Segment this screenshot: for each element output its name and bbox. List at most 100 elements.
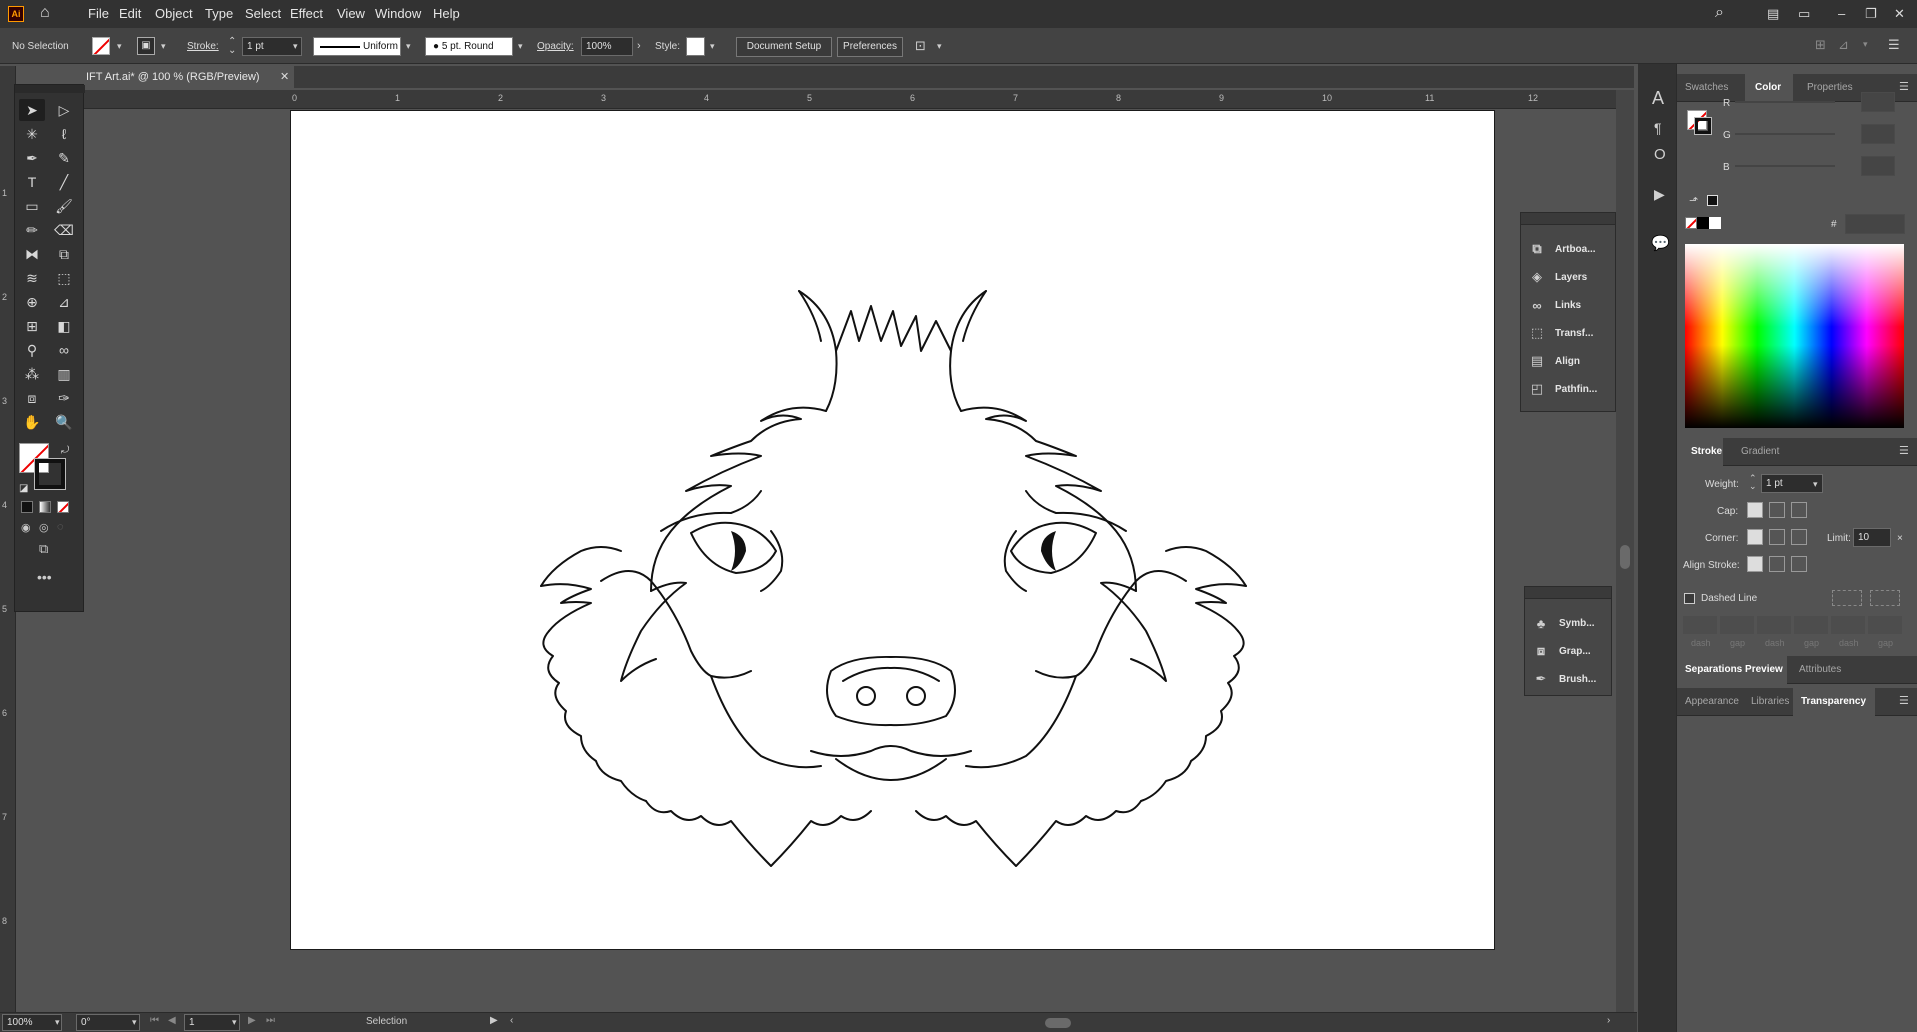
bevel-join-button[interactable]	[1791, 529, 1807, 545]
preserve-dash-icon[interactable]	[1832, 590, 1862, 606]
stroke-stepper-icon[interactable]: ⌃ ⌄	[228, 37, 236, 56]
hand-tool-icon[interactable]: ✋	[19, 411, 45, 433]
pen-tool-icon[interactable]: ✒	[19, 147, 45, 169]
hex-field[interactable]	[1845, 214, 1905, 234]
round-cap-button[interactable]	[1769, 502, 1785, 518]
gap-field-2[interactable]	[1794, 616, 1828, 634]
profile-dropdown-icon[interactable]: ▾	[406, 41, 411, 52]
status-menu-icon[interactable]: ▶	[490, 1015, 498, 1026]
channel-r-slider[interactable]	[1735, 101, 1835, 103]
document-setup-button[interactable]: Document Setup	[736, 37, 832, 57]
symbols-panel-button[interactable]: ♣ Symb...	[1533, 611, 1595, 635]
tab-gradient[interactable]: Gradient	[1741, 446, 1779, 457]
search-icon[interactable]: ⌕	[1715, 4, 1724, 22]
arrange-documents-icon[interactable]: ▤	[1767, 6, 1779, 22]
type-tool-icon[interactable]: T	[19, 171, 45, 193]
document-tab[interactable]: IFT Art.ai* @ 100 % (RGB/Preview) ✕	[84, 66, 294, 88]
butt-cap-button[interactable]	[1747, 502, 1763, 518]
weight-stepper-icon[interactable]: ⌃ ⌄	[1749, 474, 1757, 491]
none-swatch[interactable]	[1685, 217, 1697, 229]
zoom-dropdown-icon[interactable]: ▾	[55, 1017, 60, 1028]
web-safe-swatch[interactable]	[1707, 195, 1718, 206]
white-swatch[interactable]	[1709, 217, 1721, 229]
close-tab-icon[interactable]: ✕	[280, 66, 289, 88]
scroll-right-icon[interactable]: ›	[1607, 1015, 1610, 1026]
eraser-tool-icon[interactable]: ⌫	[51, 219, 77, 241]
rectangle-tool-icon[interactable]: ▭	[19, 195, 45, 217]
perspective-grid-tool-icon[interactable]: ⊿	[51, 291, 77, 313]
dash-field-2[interactable]	[1757, 616, 1791, 634]
stroke-weight-dropdown-icon[interactable]: ▾	[293, 41, 298, 52]
channel-g-field[interactable]	[1861, 124, 1895, 144]
blend-tool-icon[interactable]: ∞	[51, 339, 77, 361]
first-artboard-icon[interactable]: ⏮	[150, 1015, 159, 1026]
direct-selection-tool-icon[interactable]: ▷	[51, 99, 77, 121]
brush-dropdown-icon[interactable]: ▾	[518, 41, 523, 52]
default-fill-stroke-icon[interactable]: ◪	[19, 483, 28, 494]
horizontal-scroll-thumb[interactable]	[1045, 1018, 1071, 1028]
gap-field-1[interactable]	[1720, 616, 1754, 634]
tab-stroke[interactable]: Stroke	[1691, 446, 1722, 457]
tab-separations-preview[interactable]: Separations Preview	[1685, 664, 1783, 675]
tab-color[interactable]: Color	[1755, 82, 1781, 93]
minimize-button[interactable]: –	[1838, 6, 1845, 21]
character-icon[interactable]: A	[1652, 88, 1664, 109]
variable-width-profile[interactable]: Uniform	[313, 37, 401, 56]
vertical-scrollbar[interactable]	[1616, 90, 1634, 1012]
channel-r-field[interactable]	[1861, 92, 1895, 112]
tab-appearance[interactable]: Appearance	[1685, 696, 1739, 707]
shape-builder-tool-icon[interactable]: ⊕	[19, 291, 45, 313]
artboard-dropdown-icon[interactable]: ▾	[232, 1017, 237, 1028]
next-artboard-icon[interactable]: ▶	[248, 1015, 256, 1026]
width-tool-icon[interactable]: ≋	[19, 267, 45, 289]
opentype-icon[interactable]: O	[1654, 146, 1666, 163]
menu-file[interactable]: File	[88, 6, 109, 21]
rotation-field[interactable]: 0°	[76, 1014, 140, 1031]
dashed-line-checkbox[interactable]	[1684, 593, 1695, 604]
reflect-tool-icon[interactable]: ⧓	[19, 243, 45, 265]
transform-icon[interactable]: ⊿	[1838, 37, 1849, 53]
screen-mode-icon[interactable]: ⧉	[39, 541, 48, 557]
brush-definition[interactable]: ● 5 pt. Round	[425, 37, 513, 56]
round-join-button[interactable]	[1769, 529, 1785, 545]
menu-edit[interactable]: Edit	[119, 6, 141, 21]
previous-artboard-icon[interactable]: ◀	[168, 1015, 176, 1026]
out-of-gamut-icon[interactable]: ⬏	[1689, 194, 1698, 207]
graphic-styles-panel-button[interactable]: ⧈ Grap...	[1533, 639, 1591, 663]
channel-b-field[interactable]	[1861, 156, 1895, 176]
wolf-head-illustration[interactable]	[291, 111, 1494, 949]
draw-normal-icon[interactable]: ◉	[21, 521, 31, 534]
fill-dropdown-icon[interactable]: ▾	[117, 41, 122, 52]
edit-toolbar-icon[interactable]: •••	[37, 569, 52, 585]
scroll-left-icon[interactable]: ‹	[510, 1015, 513, 1026]
align-options-icon[interactable]: ⊡	[915, 38, 926, 54]
eyedropper-tool-icon[interactable]: ⚲	[19, 339, 45, 361]
opacity-label[interactable]: Opacity:	[537, 41, 574, 52]
control-menu-icon[interactable]: ☰	[1888, 37, 1900, 53]
last-artboard-icon[interactable]: ⏭	[266, 1015, 275, 1026]
none-mode-icon[interactable]	[57, 501, 69, 513]
opacity-field[interactable]: 100%	[581, 37, 633, 56]
home-icon[interactable]: ⌂	[40, 4, 50, 22]
layers-panel-button[interactable]: ◈ Layers	[1529, 265, 1587, 289]
gradient-mode-icon[interactable]	[39, 501, 51, 513]
preferences-button[interactable]: Preferences	[837, 37, 903, 57]
stroke-color-dropdown-icon[interactable]: ▾	[161, 41, 166, 52]
curvature-tool-icon[interactable]: ✎	[51, 147, 77, 169]
free-transform-tool-icon[interactable]: ⬚	[51, 267, 77, 289]
tab-properties[interactable]: Properties	[1807, 82, 1853, 93]
magic-wand-tool-icon[interactable]: ✳	[19, 123, 45, 145]
color-panel-stroke-box[interactable]	[1694, 117, 1712, 135]
gap-field-3[interactable]	[1868, 616, 1902, 634]
limit-field[interactable]: 10	[1853, 528, 1891, 547]
menu-effect[interactable]: Effect	[290, 6, 323, 21]
mesh-tool-icon[interactable]: ⊞	[19, 315, 45, 337]
align-outside-button[interactable]	[1791, 556, 1807, 572]
channel-g-slider[interactable]	[1735, 133, 1835, 135]
weight-dropdown-icon[interactable]: ▾	[1813, 479, 1818, 490]
stroke-swatch[interactable]: ▣	[137, 37, 155, 55]
zoom-tool-icon[interactable]: 🔍	[51, 411, 77, 433]
graphic-style-swatch[interactable]	[686, 37, 705, 56]
artboards-panel-button[interactable]: ⧉ Artboa...	[1529, 237, 1595, 261]
symbol-sprayer-tool-icon[interactable]: ⁂	[19, 363, 45, 385]
